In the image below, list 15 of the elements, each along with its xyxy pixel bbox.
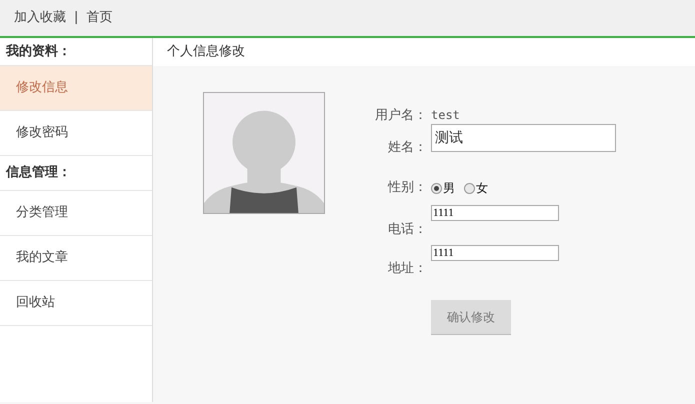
nav-link[interactable]: 首页 [86, 8, 112, 28]
phone-field[interactable]: 1111 [431, 205, 559, 221]
page-title: 个人信息修改 [167, 43, 245, 62]
radio-option[interactable]: 男 [431, 179, 455, 197]
username-value: test [431, 107, 460, 124]
field-label: 姓名： [387, 139, 427, 157]
address-field[interactable]: 1111 [431, 245, 559, 261]
separator: | [74, 9, 78, 28]
name-field[interactable]: 测试 [431, 124, 616, 152]
field-label: 电话： [387, 221, 427, 239]
nav-link[interactable]: 加入收藏 [14, 8, 66, 28]
field-label: 用户名： [374, 107, 427, 125]
field-label: 性别： [386, 179, 427, 197]
field-label: 地址： [387, 260, 427, 278]
radio-option[interactable]: 女 [464, 179, 488, 197]
